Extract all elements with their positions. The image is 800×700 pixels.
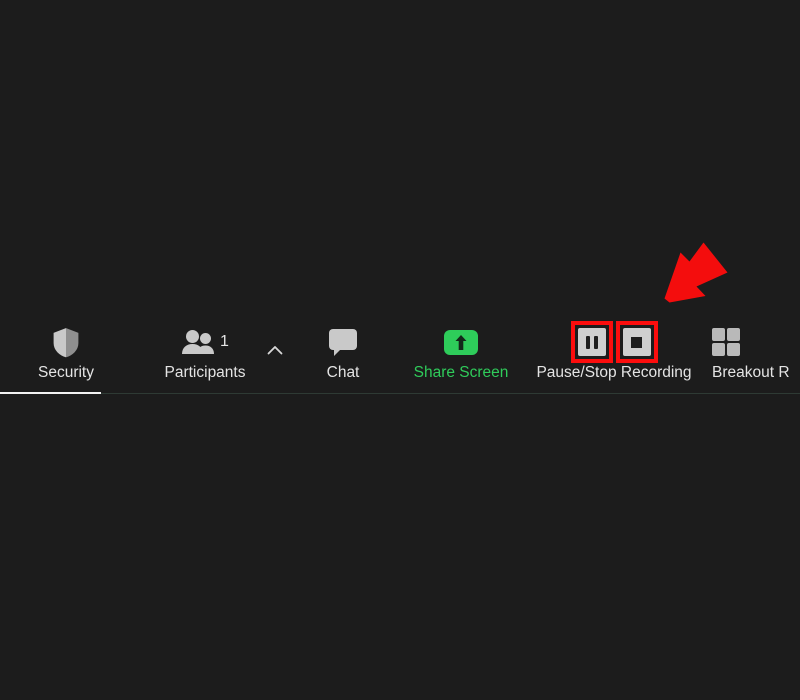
recording-buttons-group bbox=[570, 321, 658, 363]
toolbar-item-label-participants: Participants bbox=[164, 364, 246, 381]
pause-recording-button[interactable] bbox=[570, 321, 613, 363]
toolbar-item-label-recording: Pause/Stop Recording bbox=[536, 364, 692, 381]
participants-icon bbox=[182, 330, 215, 354]
speech-bubble-icon bbox=[328, 324, 358, 360]
share-screen-tile bbox=[444, 329, 478, 355]
shield-icon bbox=[51, 324, 81, 360]
toolbar-item-label-security: Security bbox=[38, 364, 94, 381]
participants-dropdown-caret[interactable] bbox=[262, 310, 288, 394]
zoom-meeting-window: Security 1 Participants Chat Share Scree… bbox=[0, 0, 800, 700]
grid-four-squares-icon bbox=[712, 324, 740, 360]
toolbar-item-recording: Pause/Stop Recording bbox=[528, 310, 700, 394]
toolbar-item-participants[interactable]: 1 Participants bbox=[150, 310, 260, 394]
toolbar-item-breakout-rooms[interactable]: Breakout R bbox=[712, 310, 800, 394]
toolbar-item-label-breakout-rooms: Breakout R bbox=[712, 364, 790, 381]
stop-icon bbox=[622, 328, 651, 356]
red-arrow-annotation-icon bbox=[659, 240, 731, 306]
stop-recording-button[interactable] bbox=[615, 321, 658, 363]
pause-icon bbox=[577, 328, 606, 356]
toolbar-item-share-screen[interactable]: Share Screen bbox=[398, 310, 524, 394]
upload-arrow-icon bbox=[455, 334, 467, 350]
participants-count-badge: 1 bbox=[220, 333, 229, 350]
toolbar-divider bbox=[0, 393, 800, 394]
toolbar-item-label-chat: Chat bbox=[326, 364, 360, 381]
toolbar-item-label-share-screen: Share Screen bbox=[413, 364, 509, 381]
chevron-up-icon bbox=[267, 332, 283, 368]
toolbar-item-security[interactable]: Security bbox=[16, 310, 116, 394]
participants-icon-row: 1 bbox=[181, 329, 229, 355]
toolbar-divider-highlight bbox=[0, 392, 101, 394]
toolbar-item-chat[interactable]: Chat bbox=[310, 310, 376, 394]
meeting-controls-toolbar: Security 1 Participants Chat Share Scree… bbox=[0, 310, 800, 394]
